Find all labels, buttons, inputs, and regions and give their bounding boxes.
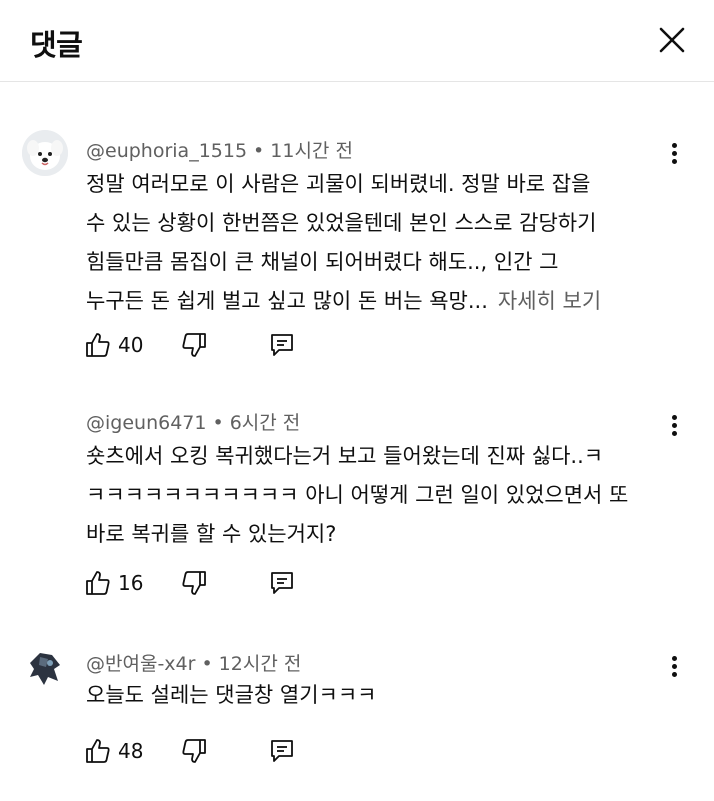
character-avatar-icon [22,643,68,689]
thumbs-up-icon [86,739,110,763]
like-button[interactable]: 40 [84,330,143,360]
comment-actions: 40 [84,330,644,362]
comment-actions: 48 [84,736,644,768]
thumbs-down-icon [182,739,206,763]
more-vert-icon [664,415,684,436]
reply-icon [271,740,293,762]
dislike-button[interactable] [180,568,208,598]
dislike-button[interactable] [180,736,208,766]
comment-author[interactable]: @euphoria_1515 [86,140,247,162]
thumbs-up-icon [86,571,110,595]
comment-time: 6시간 전 [229,412,301,434]
comment-author[interactable]: @igeun6471 [86,412,206,434]
reply-button[interactable] [268,736,296,766]
avatar[interactable] [22,130,68,176]
reply-button[interactable] [268,330,296,360]
comment-actions: 16 [84,568,644,600]
panel-title: 댓글 [30,28,83,62]
reply-icon [271,572,293,594]
reply-icon [271,334,293,356]
comment-time: 11시간 전 [270,140,353,162]
more-vert-icon [664,143,684,164]
comment-more-button[interactable] [664,653,684,681]
like-count: 16 [118,571,144,595]
like-button[interactable]: 16 [84,568,143,598]
thumbs-down-icon [182,333,206,357]
like-button[interactable]: 48 [84,736,143,766]
more-vert-icon [664,656,684,677]
comment-text: 숏츠에서 오킹 복귀했다는거 보고 들어왔는데 진짜 싫다..ㅋ ㅋㅋㅋㅋㅋㅋㅋ… [86,444,629,546]
read-more-link[interactable]: 자세히 보기 [498,289,601,313]
avatar[interactable] [22,643,68,689]
thumbs-down-icon [182,571,206,595]
dislike-button[interactable] [180,330,208,360]
like-count: 48 [118,739,144,763]
comment-time: 12시간 전 [218,653,302,675]
like-count: 40 [118,333,144,357]
comment-author[interactable]: @반여울-x4r [86,653,195,675]
close-icon [659,27,685,53]
comment-meta: @igeun6471 • 6시간 전 [86,412,301,434]
comment-text: 정말 여러모로 이 사람은 괴물이 되버렸네. 정말 바로 잡을 수 있는 상황… [86,172,602,313]
reply-button[interactable] [268,568,296,598]
close-button[interactable] [652,20,692,60]
comment-text: 오늘도 설레는 댓글창 열기ㅋㅋㅋ [86,683,377,707]
comment-more-button[interactable] [664,412,684,440]
comments-header: 댓글 [0,0,714,82]
thumbs-up-icon [86,333,110,357]
comment-more-button[interactable] [664,140,684,168]
dog-avatar-icon [22,130,68,176]
comment-meta: @euphoria_1515 • 11시간 전 [86,140,353,162]
comment-meta: @반여울-x4r • 12시간 전 [86,653,302,675]
